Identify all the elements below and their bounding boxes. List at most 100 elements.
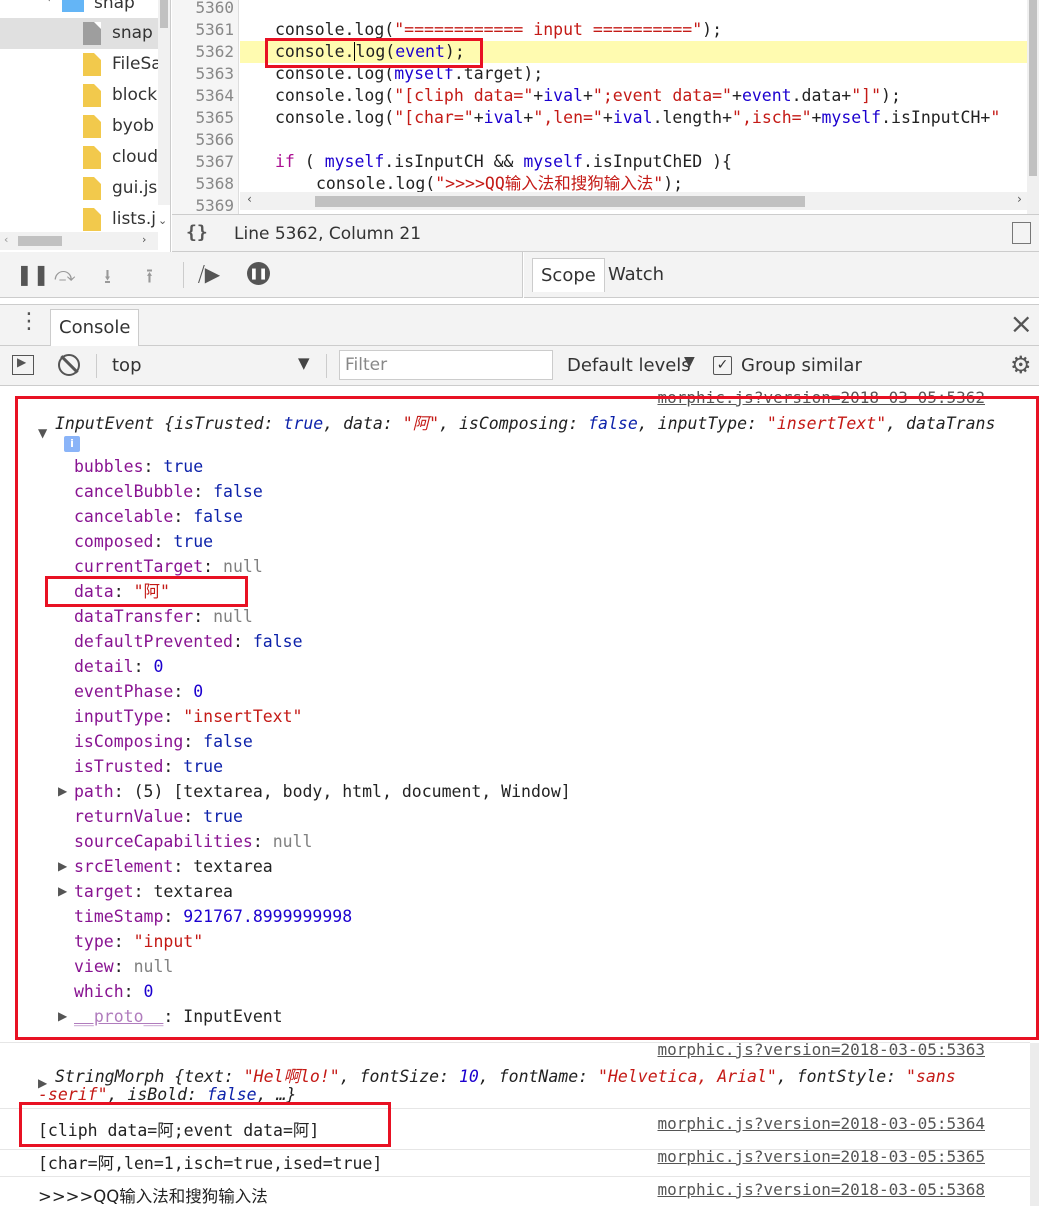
tree-item-label: snap	[112, 23, 153, 43]
play-icon: ▶	[17, 355, 27, 369]
levels-dropdown[interactable]: Default levels	[567, 355, 691, 376]
tree-item-label: FileSa	[112, 54, 160, 74]
more-options-icon[interactable]: ⋮	[18, 309, 40, 334]
scrollbar-thumb[interactable]	[1029, 0, 1037, 176]
tab-console[interactable]: Console	[50, 309, 140, 346]
line-number: 5363	[195, 64, 234, 83]
code-line: console.log("[cliph data="+ival+";event …	[275, 86, 901, 105]
js-file-icon	[83, 177, 101, 200]
js-file-icon	[83, 84, 101, 107]
log-message: [char=阿,len=1,isch=true,ised=true]	[38, 1154, 383, 1173]
annotation-highlight-box	[15, 396, 1039, 1040]
console-toolbar: ▶ top ▼ Default levels ▼ ✓ Group similar…	[0, 346, 1039, 386]
group-similar-label: Group similar	[741, 355, 862, 376]
line-number: 5360	[195, 0, 234, 17]
tree-item-gui[interactable]: gui.js	[0, 173, 160, 204]
tree-item-filesaver[interactable]: FileSa	[0, 49, 160, 80]
annotation-highlight-box	[45, 576, 248, 607]
step-over-icon[interactable]: ⤼	[54, 262, 75, 286]
code-line: if ( myself.isInputCH && myself.isInputC…	[275, 152, 732, 171]
scrollbar-thumb[interactable]	[160, 0, 168, 28]
group-similar-checkbox[interactable]: ✓	[713, 356, 732, 375]
js-file-icon	[83, 208, 101, 231]
folder-expand-arrow-icon[interactable]: ▼	[45, 0, 53, 3]
line-number: 5365	[195, 108, 234, 127]
context-dropdown-icon[interactable]: ▼	[298, 354, 310, 372]
code-editor[interactable]: 5360 5361 5362 5363 5364 5365 5366 5367 …	[172, 0, 1039, 214]
toolbar-divider	[96, 354, 97, 378]
line-number: 5368	[195, 174, 234, 193]
filter-input[interactable]	[339, 350, 553, 380]
sidebar-tabs: Scope Watch	[524, 252, 1039, 298]
console-messages: morphic.js?version=2018-03-05:5362 ▼ Inp…	[0, 386, 1039, 1206]
message-separator	[0, 1176, 1030, 1177]
line-number-gutter: 5360 5361 5362 5363 5364 5365 5366 5367 …	[172, 0, 239, 214]
annotation-highlight-box	[265, 38, 483, 68]
source-link[interactable]: morphic.js?version=2018-03-05:5364	[657, 1114, 985, 1133]
tree-item-label: block	[112, 85, 158, 105]
show-sidebar-icon[interactable]: ▶	[12, 355, 34, 375]
folder-icon	[62, 0, 84, 12]
code-line: console.log("[char="+ival+",len="+ival.l…	[275, 108, 1001, 127]
editor-hscrollbar[interactable]: ‹ ›	[240, 192, 1027, 210]
js-file-icon	[83, 115, 101, 138]
deactivate-breakpoints-icon[interactable]: ⧸▶	[198, 262, 220, 286]
tree-item-byob[interactable]: byob	[0, 111, 160, 142]
line-number: 5362	[195, 42, 234, 61]
js-file-icon	[83, 53, 101, 76]
console-vscrollbar[interactable]	[1030, 1043, 1039, 1206]
file-tree-hscrollbar[interactable]: ‹ ›	[0, 232, 158, 250]
step-into-icon[interactable]: ⭳	[104, 262, 111, 296]
debugger-toolbar: ❚❚ ⤼ ⭳ ⭱ ⧸▶ ❚❚	[0, 252, 523, 298]
tab-watch[interactable]: Watch	[600, 258, 672, 292]
line-number: 5361	[195, 20, 234, 39]
context-selector[interactable]: top	[112, 355, 142, 376]
line-number: 5367	[195, 152, 234, 171]
file-tree-vscrollbar[interactable]	[158, 0, 170, 205]
slash	[60, 355, 79, 374]
tree-item-snap[interactable]: snap	[0, 18, 160, 49]
tab-scope[interactable]: Scope	[532, 258, 605, 292]
file-icon	[83, 22, 101, 45]
tree-item-cloud[interactable]: cloud	[0, 142, 160, 173]
js-file-icon	[83, 146, 101, 169]
pause-on-exceptions-icon[interactable]: ❚❚	[247, 262, 270, 285]
scroll-left-arrow-icon[interactable]: ‹	[246, 192, 253, 206]
pretty-print-button[interactable]: {}	[186, 222, 208, 243]
editor-status-bar: {} Line 5362, Column 21	[172, 214, 1039, 252]
file-tree-panel: ▼ snap snap FileSa block byob cloud gui.…	[0, 0, 171, 252]
tree-item-lists[interactable]: lists.j	[0, 204, 160, 235]
editor-vscrollbar[interactable]	[1027, 0, 1039, 214]
clear-console-icon[interactable]	[58, 354, 80, 376]
scroll-down-arrow-icon[interactable]: ⌄	[158, 214, 167, 227]
pause-icon[interactable]: ❚❚	[16, 262, 50, 286]
source-link[interactable]: morphic.js?version=2018-03-05:5363	[657, 1040, 985, 1059]
tree-item-label: lists.j	[112, 209, 156, 229]
tree-item-label: byob	[112, 116, 155, 136]
gear-icon[interactable]: ⚙	[1010, 351, 1032, 379]
annotation-highlight-box	[19, 1102, 391, 1147]
tree-item-label: gui.js	[112, 178, 158, 198]
tree-item-label: cloud	[112, 147, 159, 167]
close-icon[interactable]: ×	[1010, 307, 1033, 340]
scrollbar-thumb[interactable]	[315, 196, 805, 207]
cursor-position: Line 5362, Column 21	[234, 224, 422, 244]
log-message: >>>>QQ输入法和搜狗输入法	[38, 1187, 268, 1206]
scroll-left-arrow-icon[interactable]: ‹	[4, 233, 8, 246]
source-link[interactable]: morphic.js?version=2018-03-05:5368	[657, 1180, 985, 1199]
folder-label[interactable]: snap	[94, 0, 135, 13]
levels-dropdown-icon[interactable]: ▼	[684, 354, 695, 370]
drawer-header: ⋮ Console ×	[0, 304, 1039, 346]
scroll-right-arrow-icon[interactable]: ›	[1016, 192, 1023, 206]
tree-item-blocks[interactable]: block	[0, 80, 160, 111]
line-number: 5364	[195, 86, 234, 105]
toolbar-divider	[326, 354, 327, 378]
scroll-right-arrow-icon[interactable]: ›	[142, 233, 146, 246]
source-link[interactable]: morphic.js?version=2018-03-05:5365	[657, 1147, 985, 1166]
toggle-sidebar-icon[interactable]	[1012, 222, 1031, 244]
line-number: 5369	[195, 196, 234, 214]
toolbar-divider	[183, 262, 184, 288]
object-summary[interactable]: StringMorph {text: "Hel啊lo!", fontSize: …	[55, 1063, 956, 1087]
step-out-icon[interactable]: ⭱	[146, 262, 153, 296]
scrollbar-thumb[interactable]	[18, 236, 62, 246]
